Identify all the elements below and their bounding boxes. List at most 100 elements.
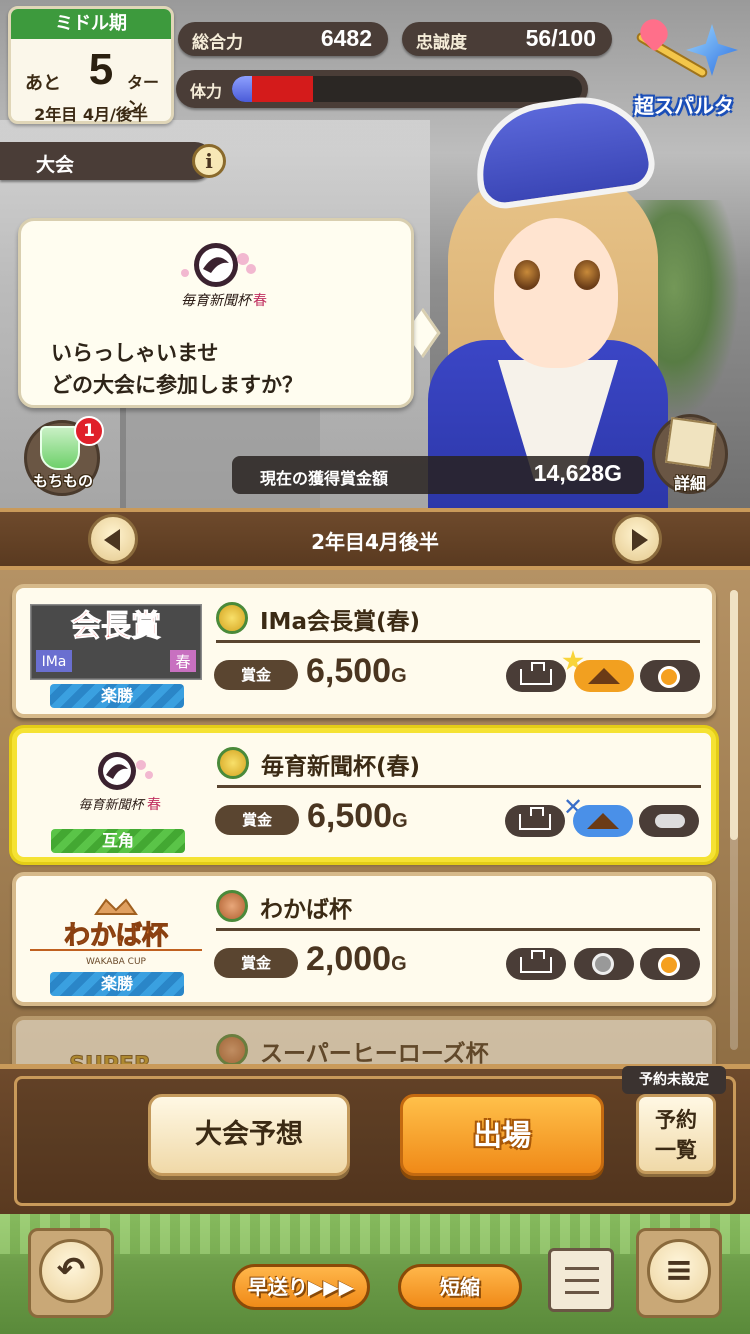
current-prize-value: 14,628G [533,460,622,486]
arrow-right-icon [632,529,648,551]
current-prize-label: 現在の獲得賞金額 [260,469,389,488]
prize-label: 賞金 [214,660,298,690]
reservation-list-button[interactable]: 予約 一覧 [636,1094,716,1174]
mountain-icon [588,668,620,684]
weather-pill [640,660,700,692]
bronze-medal-icon [216,1034,248,1066]
prize-unit: G [391,953,407,975]
prize-unit: G [392,810,408,832]
log-list-icon-line [565,1279,599,1282]
neutral-circle-icon [592,953,614,975]
terrain-pill [574,948,634,980]
items-notification-badge: 1 [74,416,104,446]
stamina-fill [252,76,313,102]
date-month: 4月 [82,105,110,124]
mainichi-cup-logo: 毎育新聞杯 春 [78,752,161,813]
race-logo-title: わかば杯 [64,921,168,951]
turn-phase-label: ミドル期 [11,9,171,39]
gold-medal-icon [217,747,249,779]
sun-icon [658,666,680,688]
total-power-label: 総合力 [192,33,243,53]
enter-race-button[interactable]: 出場 [400,1094,604,1176]
detail-label: 詳細 [673,474,706,493]
race-card-selected[interactable]: 毎育新聞杯 春 互角 毎育新聞杯(春) 賞金 6,500G ✕ [12,728,716,862]
race-difficulty-badge: 楽勝 [50,972,184,996]
event-section-title: 大会 [36,154,75,176]
prize-amount: 2,000 [306,940,392,978]
race-name: スーパーヒーローズ杯 [260,1041,489,1067]
dialog-line-1: いらっしゃいませ [51,341,219,365]
stamina-track [232,76,582,102]
weather-pill [639,805,699,837]
menu-button[interactable]: ≡ [636,1228,722,1318]
sun-icon [658,954,680,976]
loyalty-value: 56/100 [525,25,596,51]
total-power-stat: 総合力 6482 [178,22,388,56]
ima-award-logo: 会長賞 IMa 春 [30,604,202,680]
document-icon [665,417,717,469]
weather-pill [640,948,700,980]
log-button[interactable] [548,1248,614,1312]
menu-icon: ≡ [647,1239,711,1303]
race-name: 毎育新聞杯(春) [261,754,421,780]
stage-icon [520,950,552,973]
prize-value: 2,000G [306,940,407,979]
fast-forward-button[interactable]: 早送り▶▶▶ [232,1264,370,1310]
logo-season: 春 [253,293,267,309]
character-eye-right [574,260,600,290]
prize-amount: 6,500 [307,797,393,835]
race-logo-season: 春 [175,653,190,671]
prize-label: 賞金 [214,948,298,978]
race-logo-tag: IMa [42,654,67,670]
speech-bubble: 毎育新聞杯 春 いらっしゃいませ どの大会に参加しますか？ [18,218,414,408]
race-logo-tag: WAKABA CUP [86,957,147,967]
wakaba-cup-logo: わかば杯 WAKABA CUP [30,898,202,967]
shorten-button[interactable]: 短縮 [398,1264,522,1310]
character-face [494,218,618,368]
race-difficulty-badge: 楽勝 [50,684,184,708]
race-name: わかば杯 [260,897,352,923]
back-button[interactable]: ↶ [28,1228,114,1318]
mainichi-cup-logo: 毎育新聞杯 春 [181,243,267,309]
course-type-pill [505,805,565,837]
bronze-medal-icon [216,890,248,922]
dialog-text: いらっしゃいませ どの大会に参加しますか？ [51,337,303,401]
prize-value: 6,500G [307,797,408,836]
prize-amount: 6,500 [306,652,392,690]
prize-value: 6,500G [306,652,407,691]
info-icon[interactable]: i [192,144,226,178]
terrain-pill [574,660,634,692]
date-year: 2年目 [34,105,78,124]
race-divider [216,640,700,643]
prize-label: 賞金 [215,805,299,835]
log-list-icon-line [565,1291,599,1294]
race-divider [217,785,701,788]
race-difficulty-badge: 互角 [51,829,185,853]
stage-icon [520,662,552,685]
next-period-button[interactable] [612,514,662,564]
turn-counter-panel: ミドル期 あと 5 ターン 2年目 4月/後半 [8,6,174,124]
cloud-icon [655,814,685,828]
date-half: 後半 [115,105,148,124]
list-scrollbar-thumb[interactable] [730,590,738,840]
loyalty-label: 忠誠度 [416,33,467,53]
race-forecast-button[interactable]: 大会予想 [148,1094,350,1176]
total-power-value: 6482 [320,25,372,51]
items-label: もちもの [32,472,93,490]
race-card[interactable]: 会長賞 IMa 春 楽勝 IMa会長賞(春) 賞金 6,500G [12,584,716,718]
event-section-tab: 大会 [0,142,214,180]
race-card[interactable]: わかば杯 WAKABA CUP 楽勝 わかば杯 賞金 2,000G [12,872,716,1006]
prev-period-button[interactable] [88,514,138,564]
current-date: 2年目 4月/後半 [34,105,148,124]
dialog-line-2: どの大会に参加しますか？ [51,373,303,397]
action-panel-frame [14,1076,736,1206]
race-name: IMa会長賞(春) [260,609,420,635]
current-prize-bar: 現在の獲得賞金額 14,628G [232,456,644,494]
stamina-fill-start [232,76,252,102]
character-hat [467,88,659,212]
reservation-status-tag: 予約未設定 [622,1066,726,1094]
arrow-left-icon [104,529,120,551]
loyalty-stat: 忠誠度 56/100 [402,22,612,56]
race-divider [216,928,700,931]
character-portrait [428,88,668,510]
